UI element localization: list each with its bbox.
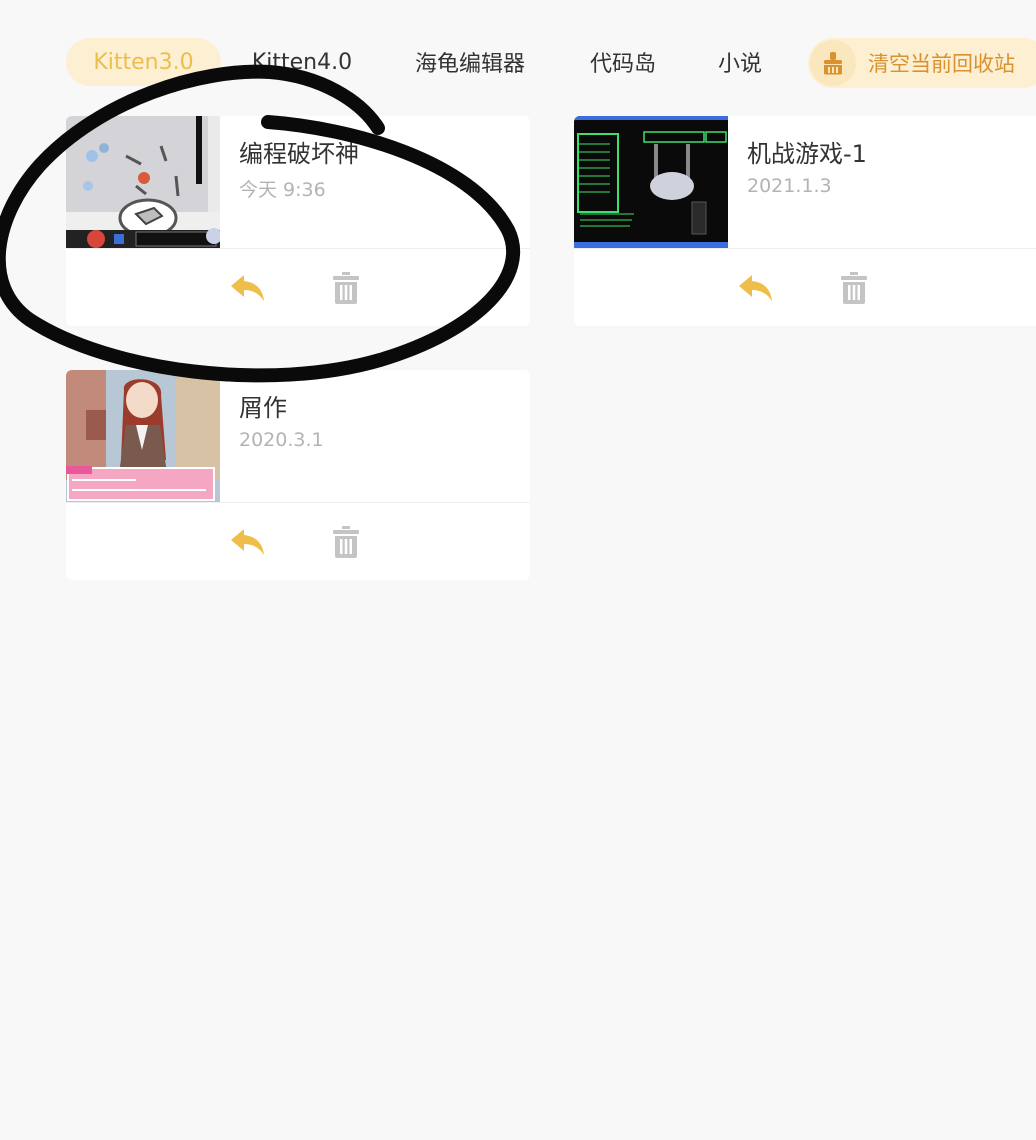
restore-button[interactable] (736, 268, 776, 308)
project-date: 2021.1.3 (747, 175, 832, 197)
trash-icon (333, 272, 359, 304)
tab-turtle-editor[interactable]: 海龟编辑器 (394, 38, 546, 86)
project-title: 机战游戏-1 (747, 140, 867, 168)
divider (66, 248, 530, 249)
delete-button[interactable] (326, 268, 366, 308)
recycle-bin-page: Kitten3.0 Kitten4.0 海龟编辑器 代码岛 小说 清空当前回收站 (0, 0, 1036, 1140)
project-date: 今天 9:36 (239, 179, 326, 201)
tab-novel[interactable]: 小说 (700, 38, 780, 86)
project-card: 机战游戏-1 2021.1.3 (574, 116, 1036, 326)
restore-button[interactable] (228, 522, 268, 562)
project-title: 编程破坏神 (239, 140, 359, 168)
trash-icon (333, 526, 359, 558)
tab-code-island[interactable]: 代码岛 (572, 38, 674, 86)
restore-button[interactable] (228, 268, 268, 308)
project-thumbnail[interactable] (574, 116, 728, 248)
reply-arrow-icon (231, 275, 264, 301)
project-title: 屑作 (239, 394, 287, 422)
divider (574, 248, 1036, 249)
project-date: 2020.3.1 (239, 429, 324, 451)
project-card: 屑作 2020.3.1 (66, 370, 530, 580)
tab-kitten4[interactable]: Kitten4.0 (236, 38, 368, 86)
project-card: 编程破坏神 今天 9:36 (66, 116, 530, 326)
broom-icon (810, 40, 856, 86)
delete-button[interactable] (834, 268, 874, 308)
project-thumbnail[interactable] (66, 370, 220, 502)
delete-button[interactable] (326, 522, 366, 562)
reply-arrow-icon (739, 275, 772, 301)
divider (66, 502, 530, 503)
reply-arrow-icon (231, 529, 264, 555)
tab-kitten3[interactable]: Kitten3.0 (66, 38, 221, 86)
project-thumbnail[interactable] (66, 116, 220, 248)
clear-recycle-bin-label: 清空当前回收站 (868, 52, 1015, 76)
clear-recycle-bin-button[interactable]: 清空当前回收站 (808, 38, 1036, 88)
trash-icon (841, 272, 867, 304)
